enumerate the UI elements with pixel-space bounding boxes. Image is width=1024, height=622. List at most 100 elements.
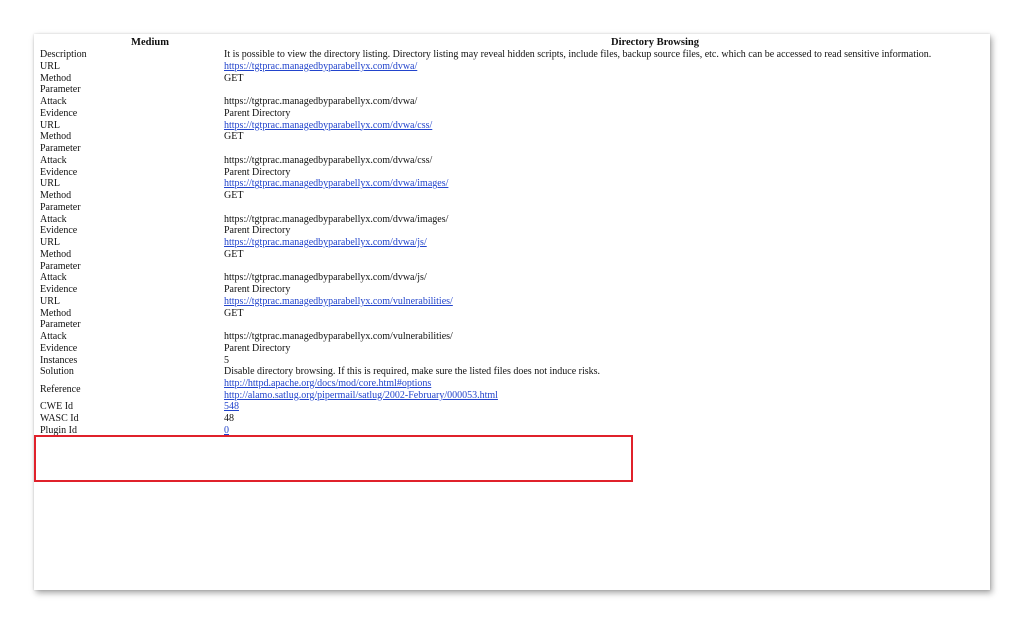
alert-tail-rows: CWE Id 548 WASC Id 48 Plugin Id 0 xyxy=(40,401,990,436)
table-row: Evidence Parent Directory xyxy=(40,284,990,296)
table-row: Parameter xyxy=(40,84,990,96)
table-row: Parameter xyxy=(40,202,990,214)
row-label: Method xyxy=(40,131,72,143)
row-label: Attack xyxy=(40,213,67,225)
row-value: https://tgtprac.managedbyparabellyx.com/… xyxy=(224,213,449,225)
row-label: Parameter xyxy=(40,143,81,154)
table-row: WASC Id 48 xyxy=(40,413,990,425)
row-label: Attack xyxy=(40,272,67,284)
row-label: URL xyxy=(40,295,60,307)
row-label: Evidence xyxy=(40,107,78,119)
row-value: 48 xyxy=(224,412,234,424)
row-label: URL xyxy=(40,237,60,248)
alert-rows: Description It is possible to view the di… xyxy=(40,49,990,378)
row-link[interactable]: https://tgtprac.managedbyparabellyx.com/… xyxy=(224,237,427,248)
table-row: URL https://tgtprac.managedbyparabellyx.c… xyxy=(40,296,990,308)
table-row: Attack https://tgtprac.managedbyparabelly… xyxy=(40,96,990,108)
row-value: https://tgtprac.managedbyparabellyx.com/… xyxy=(224,272,427,284)
row-value: 5 xyxy=(224,354,229,366)
row-label: Evidence xyxy=(40,166,78,178)
reference-link-2[interactable]: http://alamo.satlug.org/pipermail/satlug… xyxy=(224,390,498,401)
row-value: GET xyxy=(224,190,244,201)
table-row: Parameter xyxy=(40,143,990,155)
row-value: https://tgtprac.managedbyparabellyx.com/… xyxy=(224,237,427,249)
row-value: https://tgtprac.managedbyparabellyx.com/… xyxy=(224,154,433,166)
row-link[interactable]: https://tgtprac.managedbyparabellyx.com/… xyxy=(224,61,417,72)
table-row: Method GET xyxy=(40,73,990,85)
row-value: Parent Directory xyxy=(224,225,291,237)
table-row: URL https://tgtprac.managedbyparabellyx.c… xyxy=(40,178,990,190)
table-row: Method GET xyxy=(40,249,990,261)
row-value: https://tgtprac.managedbyparabellyx.com/… xyxy=(224,296,453,308)
row-link[interactable]: https://tgtprac.managedbyparabellyx.com/… xyxy=(224,120,432,131)
row-label: Method xyxy=(40,190,72,201)
table-row: Solution Disable directory browsing. If t… xyxy=(40,366,990,378)
table-row: Evidence Parent Directory xyxy=(40,167,990,179)
row-value: GET xyxy=(224,307,244,319)
row-value: GET xyxy=(224,131,244,143)
row-value: https://tgtprac.managedbyparabellyx.com/… xyxy=(224,120,432,132)
table-row: Evidence Parent Directory xyxy=(40,225,990,237)
table-row: Method GET xyxy=(40,190,990,202)
table-row: URL https://tgtprac.managedbyparabellyx.c… xyxy=(40,237,990,249)
table-row: Attack https://tgtprac.managedbyparabelly… xyxy=(40,272,990,284)
table-row: Evidence Parent Directory xyxy=(40,343,990,355)
row-label: Parameter xyxy=(40,319,81,331)
row-link[interactable]: https://tgtprac.managedbyparabellyx.com/… xyxy=(224,178,448,189)
row-label: Parameter xyxy=(40,84,81,96)
row-value: 0 xyxy=(224,425,229,437)
row-value: http://httpd.apache.org/docs/mod/core.ht… xyxy=(224,378,498,401)
row-label: Parameter xyxy=(40,260,81,272)
row-value: Parent Directory xyxy=(224,342,291,354)
table-row: URL https://tgtprac.managedbyparabellyx.c… xyxy=(40,120,990,132)
table-row: Parameter xyxy=(40,319,990,331)
row-link[interactable]: 0 xyxy=(224,425,229,436)
row-label: CWE Id xyxy=(40,401,74,412)
row-label: Evidence xyxy=(40,342,78,354)
row-value: GET xyxy=(224,72,244,84)
row-value: https://tgtprac.managedbyparabellyx.com/… xyxy=(224,178,448,190)
row-label: WASC Id xyxy=(40,412,79,424)
table-row: Parameter xyxy=(40,261,990,273)
row-label: Method xyxy=(40,307,72,319)
row-label: Evidence xyxy=(40,225,78,237)
row-label: URL xyxy=(40,60,60,72)
table-row: CWE Id 548 xyxy=(40,401,990,413)
row-label: Solution xyxy=(40,366,74,378)
row-link[interactable]: https://tgtprac.managedbyparabellyx.com/… xyxy=(224,296,453,307)
row-label: Attack xyxy=(40,154,67,166)
risk-level-header: Medium xyxy=(131,37,169,48)
row-value: Disable directory browsing. If this is r… xyxy=(224,366,601,378)
table-row: URL https://tgtprac.managedbyparabellyx.c… xyxy=(40,61,990,73)
row-value: Parent Directory xyxy=(224,284,291,295)
row-link[interactable]: 548 xyxy=(224,401,239,412)
table-row: Attack https://tgtprac.managedbyparabelly… xyxy=(40,214,990,226)
table-row: Instances 5 xyxy=(40,355,990,367)
alert-header-row: Medium Directory Browsing xyxy=(40,36,990,49)
reference-row: Reference http://httpd.apache.org/docs/m… xyxy=(40,378,990,401)
row-value: https://tgtprac.managedbyparabellyx.com/… xyxy=(224,331,453,342)
row-value: 548 xyxy=(224,401,239,413)
row-label: Plugin Id xyxy=(40,424,77,436)
row-value: https://tgtprac.managedbyparabellyx.com/… xyxy=(224,96,418,107)
table-row: Evidence Parent Directory xyxy=(40,108,990,120)
table-row: Method GET xyxy=(40,131,990,143)
row-label: Attack xyxy=(40,331,67,342)
report-window: Medium Directory Browsing Description It … xyxy=(34,34,990,590)
reference-link-1[interactable]: http://httpd.apache.org/docs/mod/core.ht… xyxy=(224,378,431,389)
alert-name-header: Directory Browsing xyxy=(611,37,699,48)
table-row: Attack https://tgtprac.managedbyparabelly… xyxy=(40,155,990,167)
table-row: Description It is possible to view the di… xyxy=(40,49,990,61)
row-value: Parent Directory xyxy=(224,107,291,119)
table-row: Plugin Id 0 xyxy=(40,425,990,437)
row-label: Instances xyxy=(40,354,78,366)
row-label: Evidence xyxy=(40,284,78,295)
table-row: Method GET xyxy=(40,308,990,320)
row-value: https://tgtprac.managedbyparabellyx.com/… xyxy=(224,61,417,73)
row-value: GET xyxy=(224,248,244,260)
row-label: Reference xyxy=(40,384,81,395)
row-label: Parameter xyxy=(40,201,81,213)
row-value: Parent Directory xyxy=(224,166,291,178)
page: Medium Directory Browsing Description It … xyxy=(0,0,1024,622)
row-label: Method xyxy=(40,248,72,260)
